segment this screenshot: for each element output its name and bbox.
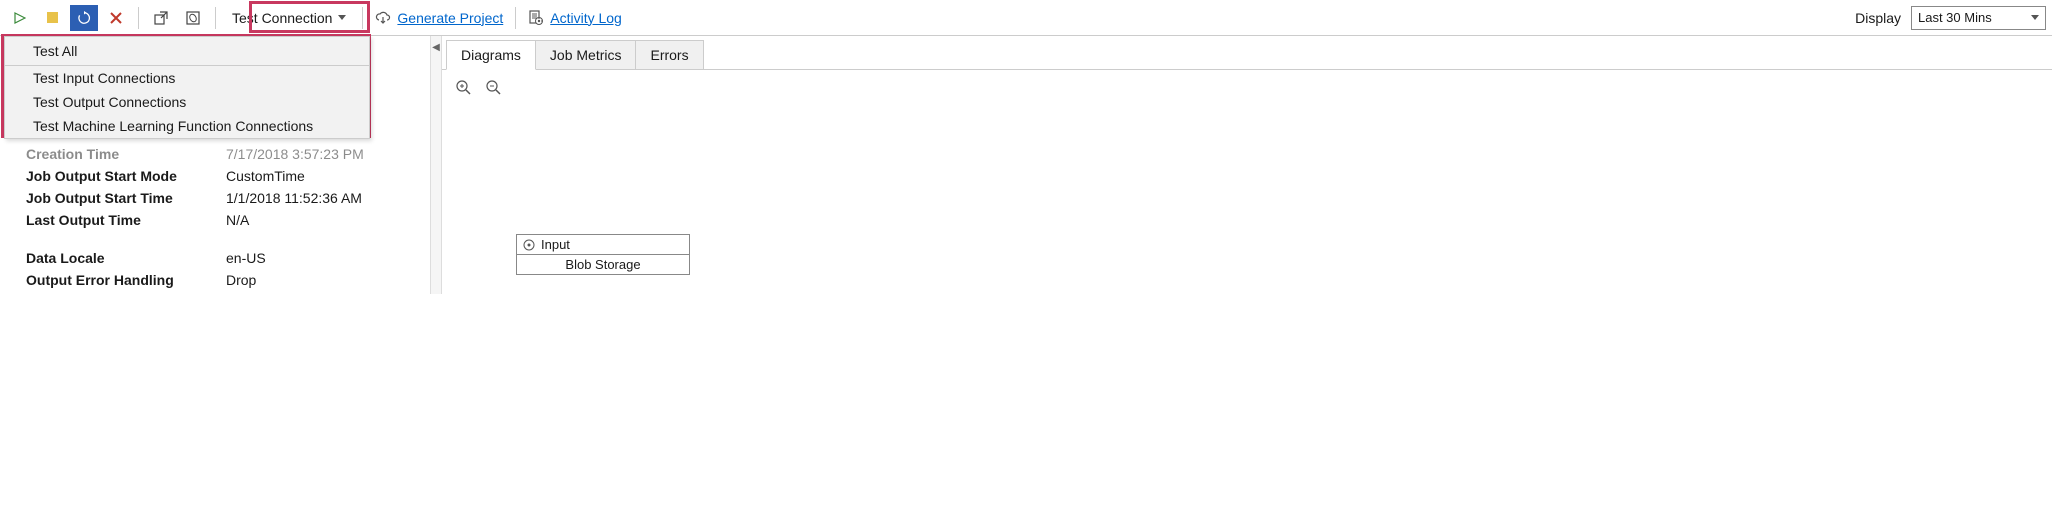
test-connection-menu: Test All Test Input Connections Test Out… xyxy=(4,36,370,139)
delete-button[interactable] xyxy=(102,5,130,31)
link-button[interactable] xyxy=(179,5,207,31)
diagram-node-type: Blob Storage xyxy=(517,255,689,274)
property-label: Job Output Start Time xyxy=(26,190,226,206)
activity-log-label: Activity Log xyxy=(550,10,622,26)
test-connection-label: Test Connection xyxy=(232,10,332,26)
toolbar-separator xyxy=(515,7,516,29)
menu-item-test-all[interactable]: Test All xyxy=(5,37,369,66)
activity-log-link[interactable]: Activity Log xyxy=(524,10,626,26)
property-row: Job Output Start Mode CustomTime xyxy=(26,168,430,184)
zoom-in-icon xyxy=(456,80,472,96)
cloud-download-icon xyxy=(375,10,391,26)
display-time-range-select[interactable]: Last 30 Mins xyxy=(1911,6,2046,30)
generate-project-label: Generate Project xyxy=(397,10,503,26)
menu-item-test-ml[interactable]: Test Machine Learning Function Connectio… xyxy=(5,114,369,138)
display-label: Display xyxy=(1855,10,1901,26)
tab-job-metrics[interactable]: Job Metrics xyxy=(535,40,637,69)
stop-button[interactable] xyxy=(38,5,66,31)
property-row: Output Error Handling Drop xyxy=(26,272,430,288)
chevron-down-icon xyxy=(2031,15,2039,20)
property-value: 7/17/2018 3:57:23 PM xyxy=(226,146,430,162)
property-label: Creation Time xyxy=(26,146,226,162)
property-label: Data Locale xyxy=(26,250,226,266)
property-value: 1/1/2018 11:52:36 AM xyxy=(226,190,430,206)
open-external-button[interactable] xyxy=(147,5,175,31)
toolbar-separator xyxy=(138,7,139,29)
zoom-out-button[interactable] xyxy=(486,80,504,98)
right-panel: Diagrams Job Metrics Errors Input Blob S… xyxy=(442,36,2052,294)
property-row: Data Locale en-US xyxy=(26,250,430,266)
splitter[interactable]: ◀ xyxy=(430,36,442,294)
toolbar-separator xyxy=(362,7,363,29)
property-value: en-US xyxy=(226,250,430,266)
property-value: Drop xyxy=(226,272,430,288)
zoom-in-button[interactable] xyxy=(456,80,474,98)
tab-diagrams[interactable]: Diagrams xyxy=(446,40,536,70)
menu-item-test-output[interactable]: Test Output Connections xyxy=(5,90,369,114)
input-icon xyxy=(523,239,535,251)
activity-log-icon xyxy=(528,10,544,26)
tab-errors[interactable]: Errors xyxy=(635,40,703,69)
property-row: Job Output Start Time 1/1/2018 11:52:36 … xyxy=(26,190,430,206)
property-value: N/A xyxy=(226,212,430,228)
toolbar: Test Connection Generate Project Activit… xyxy=(0,0,2052,36)
tabs: Diagrams Job Metrics Errors xyxy=(442,36,2052,70)
display-time-range-value: Last 30 Mins xyxy=(1918,10,1992,25)
diagram-area: Input Blob Storage xyxy=(442,70,2052,294)
diagram-node-input[interactable]: Input Blob Storage xyxy=(516,234,690,275)
property-label: Output Error Handling xyxy=(26,272,226,288)
toolbar-separator xyxy=(215,7,216,29)
chevron-down-icon xyxy=(338,15,346,20)
property-row: Creation Time 7/17/2018 3:57:23 PM xyxy=(26,146,430,162)
play-button[interactable] xyxy=(6,5,34,31)
chevron-left-icon: ◀ xyxy=(432,42,440,53)
property-row: Last Output Time N/A xyxy=(26,212,430,228)
property-label: Last Output Time xyxy=(26,212,226,228)
test-connection-dropdown[interactable]: Test Connection xyxy=(224,4,354,32)
property-value: CustomTime xyxy=(226,168,430,184)
refresh-button[interactable] xyxy=(70,5,98,31)
diagram-node-title: Input xyxy=(541,237,570,252)
property-label: Job Output Start Mode xyxy=(26,168,226,184)
menu-item-test-input[interactable]: Test Input Connections xyxy=(5,66,369,90)
zoom-out-icon xyxy=(486,80,502,96)
generate-project-link[interactable]: Generate Project xyxy=(371,10,507,26)
